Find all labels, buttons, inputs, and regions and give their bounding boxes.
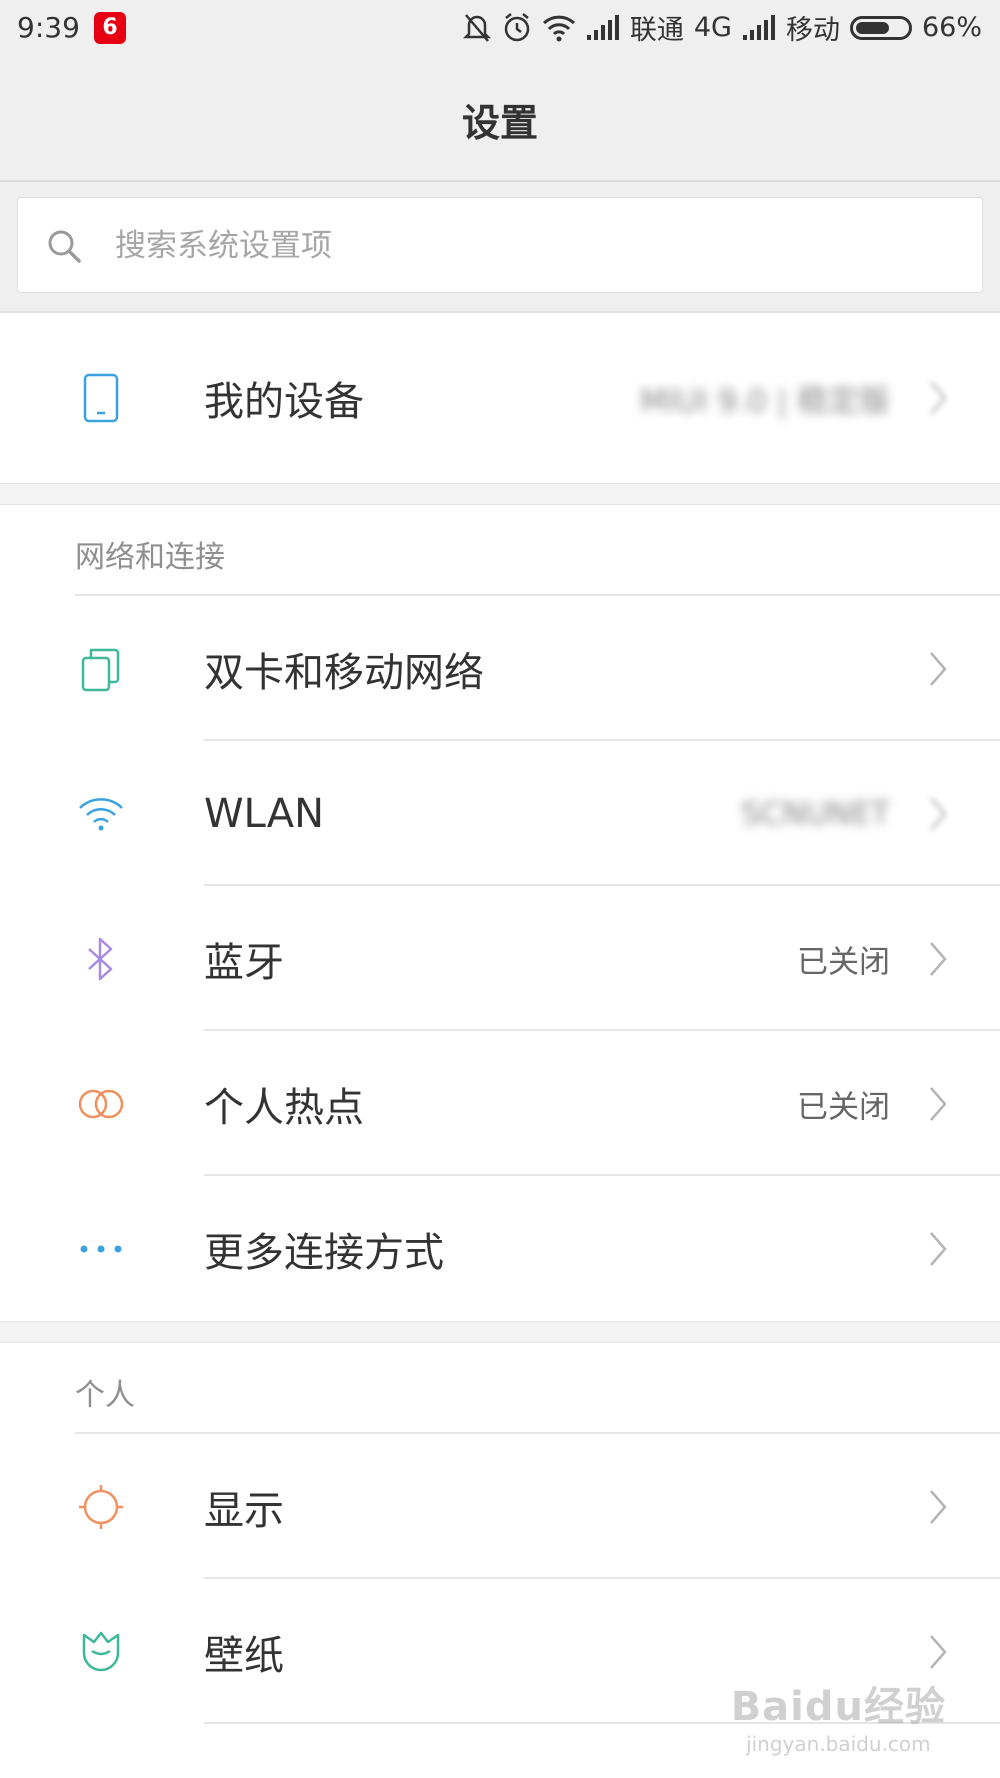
row-value: 已关闭 [797, 944, 890, 980]
row-label: 更多连接方式 [204, 1229, 444, 1276]
chevron-right-icon [930, 1634, 947, 1669]
title-bar: 设置 [0, 58, 1000, 182]
chevron-right-icon [930, 941, 947, 976]
signal-icon [742, 14, 775, 40]
baidu-watermark: Baidu经验 jingyan.baidu.com [731, 1674, 946, 1756]
netease-music-icon: 6 [94, 12, 126, 44]
row-value: SCNUNET [741, 795, 890, 832]
settings-row-bluetooth[interactable]: 蓝牙 已关闭 [0, 886, 1000, 1031]
settings-row-display[interactable]: 显示 [0, 1434, 1000, 1579]
settings-row-more-connections[interactable]: 更多连接方式 [0, 1176, 1000, 1321]
carrier2-label: 移动 [785, 15, 840, 46]
my-device-version: MIUI 9.0 | 稳定版 [639, 383, 890, 420]
section-title-network: 网络和连接 [75, 540, 225, 575]
row-value: 已关闭 [797, 1089, 890, 1125]
status-time: 9:39 [17, 11, 80, 44]
mute-bell-icon [462, 13, 491, 42]
display-sun-icon [75, 1481, 127, 1533]
battery-percent: 66% [921, 12, 982, 43]
section-gap [0, 1321, 1000, 1343]
network-type-label: 4G [693, 12, 732, 43]
wifi-status-icon [542, 15, 575, 41]
chevron-right-icon [930, 381, 947, 415]
settings-row-wlan[interactable]: WLAN SCNUNET [0, 741, 1000, 886]
section-title-personal: 个人 [75, 1378, 135, 1413]
row-label: 壁纸 [204, 1632, 284, 1679]
more-dots-icon [75, 1223, 127, 1275]
search-icon [48, 230, 81, 263]
chevron-right-icon [930, 1086, 947, 1121]
my-device-label: 我的设备 [204, 379, 364, 425]
search-area [0, 182, 1000, 313]
row-label: 蓝牙 [204, 939, 284, 986]
chevron-right-icon [930, 796, 947, 831]
row-label: 个人热点 [204, 1084, 364, 1131]
settings-row-dual-sim[interactable]: 双卡和移动网络 [0, 596, 1000, 741]
status-indicators: 联通 4G 移动 66% [462, 8, 982, 47]
settings-row-hotspot[interactable]: 个人热点 已关闭 [0, 1031, 1000, 1176]
page-title: 设置 [461, 101, 538, 145]
alarm-icon [504, 12, 530, 41]
search-input[interactable] [113, 198, 957, 294]
my-device-row[interactable]: 我的设备 MIUI 9.0 | 稳定版 [0, 313, 1000, 483]
carrier1-label: 联通 [629, 15, 684, 46]
chevron-right-icon [930, 1489, 947, 1524]
search-box[interactable] [17, 197, 983, 294]
phone-icon [75, 372, 127, 424]
wifi-icon [75, 788, 127, 840]
battery-icon [849, 15, 912, 40]
signal-icon [586, 14, 619, 40]
watermark-brand: Baidu经验 [730, 1684, 946, 1730]
wallpaper-icon [75, 1626, 127, 1678]
watermark-url: jingyan.baidu.com [746, 1732, 931, 1756]
bluetooth-icon [75, 933, 127, 985]
chevron-right-icon [930, 651, 947, 686]
chevron-right-icon [930, 1231, 947, 1266]
section-gap [0, 483, 1000, 505]
row-label: 显示 [204, 1487, 284, 1534]
sim-cards-icon [75, 643, 127, 695]
row-label: WLAN [204, 790, 325, 837]
hotspot-icon [75, 1078, 127, 1130]
row-label: 双卡和移动网络 [204, 649, 484, 696]
status-bar: 9:39 6 联通 4G 移动 66% [0, 0, 1000, 58]
